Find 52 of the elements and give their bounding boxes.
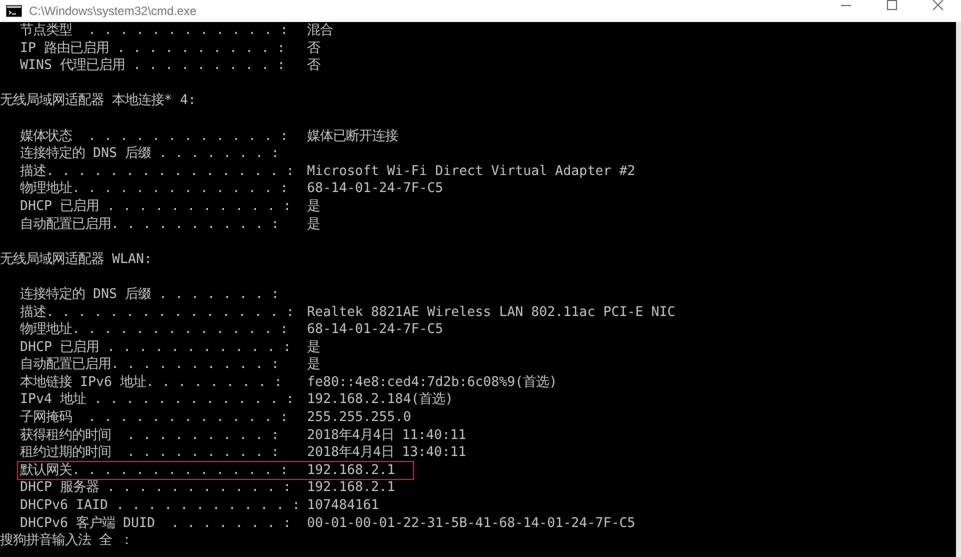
field-label: WINS 代理已启用 . . . . . . . . . :: [20, 57, 286, 76]
field-label: 租约过期的时间 . . . . . . . . . :: [20, 444, 280, 462]
field-label: 描述. . . . . . . . . . . . . . . :: [20, 304, 296, 322]
window-title: C:\Windows\system32\cmd.exe: [29, 4, 196, 18]
field-label: 本地链接 IPv6 地址. . . . . . . . :: [20, 374, 284, 392]
field-value: 是: [307, 338, 320, 357]
adapter-heading: 无线局域网适配器 WLAN:: [0, 252, 152, 267]
field-value: Realtek 8821AE Wireless LAN 802.11ac PCI-E NIC: [307, 304, 676, 322]
field-value: 混合: [307, 22, 333, 40]
field-label: DHCP 已启用 . . . . . . . . . . . :: [20, 338, 292, 356]
field-value: 255.255.255.0: [307, 409, 412, 428]
field-value: 媒体已断开连接: [307, 128, 398, 146]
field-label: DHCP 已启用 . . . . . . . . . . . :: [20, 198, 292, 216]
field-value: 192.168.2.184(首选): [307, 391, 454, 410]
field-value: 68-14-01-24-7F-C5: [307, 321, 444, 340]
field-label: IP 路由已启用 . . . . . . . . . . :: [20, 40, 286, 58]
adapter-heading: 无线局域网适配器 本地连接* 4:: [0, 93, 196, 108]
field-label: DHCPv6 客户端 DUID . . . . . . . :: [20, 514, 292, 532]
ime-status: 搜狗拼音输入法 全 ：: [0, 533, 134, 548]
field-value: 否: [307, 40, 320, 58]
field-label: 物理地址. . . . . . . . . . . . . :: [20, 321, 290, 340]
field-label: 节点类型 . . . . . . . . . . . . :: [20, 22, 290, 40]
field-label: 连接特定的 DNS 后缀 . . . . . . . :: [20, 286, 280, 304]
field-label: 描述. . . . . . . . . . . . . . . :: [20, 162, 296, 180]
field-label: 自动配置已启用. . . . . . . . . . :: [20, 216, 280, 234]
field-value: Microsoft Wi-Fi Direct Virtual Adapter #2: [307, 162, 636, 181]
maximize-icon: [887, 0, 897, 10]
field-label: 媒体状态 . . . . . . . . . . . . :: [20, 128, 290, 146]
field-value: 00-01-00-01-22-31-5B-41-68-14-01-24-7F-C5: [307, 514, 636, 533]
field-value: 2018年4月4日 11:40:11: [307, 426, 466, 445]
field-value: fe80::4e8:ced4:7d2b:6c08%9(首选): [307, 374, 558, 392]
field-value: 192.168.2.1: [307, 462, 396, 480]
field-value: 是: [307, 356, 320, 374]
field-value: 是: [307, 198, 320, 216]
scrollbar[interactable]: [956, 22, 961, 557]
field-label: 默认网关. . . . . . . . . . . . . :: [20, 462, 290, 480]
field-value: 107484161: [307, 497, 380, 516]
field-value: 是: [307, 216, 320, 234]
field-label: 子网掩码 . . . . . . . . . . . . :: [20, 409, 290, 428]
field-label: IPv4 地址 . . . . . . . . . . . . :: [20, 391, 296, 410]
field-value: 2018年4月4日 13:40:11: [307, 444, 466, 462]
field-label: 获得租约的时间 . . . . . . . . . :: [20, 426, 280, 444]
field-value: 192.168.2.1: [307, 479, 396, 498]
close-icon: [933, 0, 943, 10]
field-label: 自动配置已启用. . . . . . . . . . :: [20, 356, 280, 374]
console-icon: [6, 5, 22, 17]
field-label: DHCPv6 IAID . . . . . . . . . . . :: [20, 497, 302, 516]
field-label: 连接特定的 DNS 后缀 . . . . . . . :: [20, 145, 280, 164]
field-value: 否: [307, 57, 320, 76]
field-label: 物理地址. . . . . . . . . . . . . :: [20, 180, 290, 198]
field-value: 68-14-01-24-7F-C5: [307, 180, 444, 198]
field-label: DHCP 服务器 . . . . . . . . . . . :: [20, 479, 292, 498]
